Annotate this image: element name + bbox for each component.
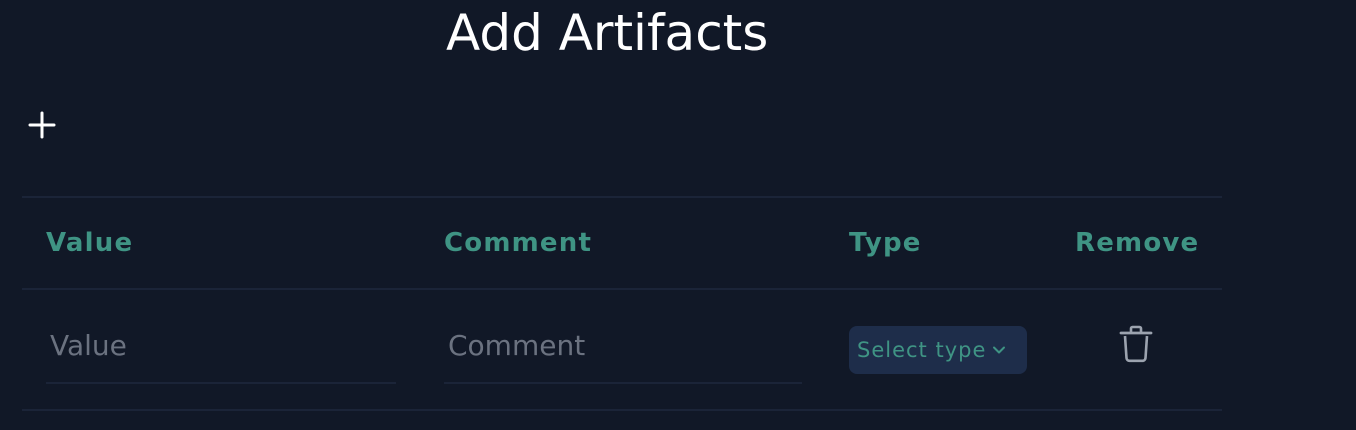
type-select[interactable]: Select type [849, 326, 1027, 374]
column-header-type: Type [849, 228, 922, 258]
table-bottom-divider [22, 409, 1222, 411]
header-divider [22, 288, 1222, 290]
page-title: Add Artifacts [446, 4, 769, 62]
add-artifact-button[interactable] [24, 108, 60, 144]
plus-icon [27, 110, 57, 143]
value-input[interactable] [46, 308, 396, 384]
remove-row-button[interactable] [1116, 324, 1156, 368]
column-header-value: Value [46, 228, 134, 258]
trash-icon [1118, 324, 1154, 368]
column-header-remove: Remove [1075, 228, 1200, 258]
column-header-comment: Comment [444, 228, 593, 258]
type-select-label: Select type [857, 338, 987, 362]
table-top-divider [22, 196, 1222, 198]
comment-input[interactable] [444, 308, 802, 384]
chevron-down-icon [992, 343, 1006, 357]
